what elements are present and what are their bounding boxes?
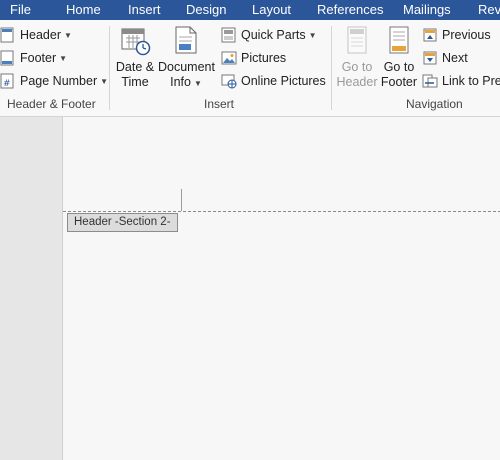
page-number-button[interactable]: # Page Number ▼ bbox=[0, 71, 108, 91]
document-info-icon bbox=[170, 24, 202, 56]
next-icon bbox=[422, 50, 438, 66]
online-pictures-button[interactable]: Online Pictures bbox=[221, 71, 326, 91]
online-pictures-label: Online Pictures bbox=[241, 74, 326, 88]
go-to-footer-label-2: Footer bbox=[380, 75, 418, 89]
page-number-icon: # bbox=[0, 73, 16, 89]
tab-home[interactable]: Home bbox=[66, 2, 101, 17]
document-info-button[interactable]: Document Info ▼ bbox=[158, 24, 215, 91]
document-info-row: Info ▼ bbox=[158, 75, 214, 91]
go-to-footer-label-1: Go to bbox=[383, 60, 415, 74]
quick-parts-button[interactable]: Quick Parts ▼ bbox=[221, 25, 317, 45]
group-divider bbox=[109, 26, 110, 110]
chevron-down-icon: ▼ bbox=[64, 30, 72, 40]
document-canvas: Header -Section 2- bbox=[0, 117, 500, 460]
svg-text:#: # bbox=[3, 79, 11, 89]
previous-label: Previous bbox=[442, 28, 491, 42]
tab-design[interactable]: Design bbox=[186, 2, 226, 17]
group-label-navigation: Navigation bbox=[406, 97, 463, 111]
go-to-header-button[interactable]: Go to Header bbox=[334, 24, 380, 90]
header-boundary-line bbox=[63, 211, 500, 212]
link-to-previous-icon bbox=[422, 73, 438, 89]
calendar-clock-icon bbox=[119, 24, 151, 56]
tab-mailings[interactable]: Mailings bbox=[403, 2, 451, 17]
header-button[interactable]: Header ▼ bbox=[0, 25, 72, 45]
quick-parts-icon bbox=[221, 27, 237, 43]
pictures-icon bbox=[221, 50, 237, 66]
header-section-tag: Header -Section 2- bbox=[67, 213, 178, 232]
tab-references[interactable]: References bbox=[317, 2, 383, 17]
ribbon: Header ▼ Footer ▼ # Page Number ▼ Header… bbox=[0, 20, 500, 117]
quick-parts-label: Quick Parts bbox=[241, 28, 306, 42]
next-button[interactable]: Next bbox=[422, 48, 468, 68]
pictures-button[interactable]: Pictures bbox=[221, 48, 286, 68]
chevron-down-icon: ▼ bbox=[100, 76, 109, 86]
footer-label: Footer bbox=[20, 51, 57, 65]
previous-icon bbox=[422, 27, 438, 43]
tab-file[interactable]: File bbox=[10, 2, 31, 17]
footer-icon bbox=[0, 50, 16, 66]
next-label: Next bbox=[442, 51, 468, 65]
tab-layout[interactable]: Layout bbox=[252, 2, 291, 17]
pictures-label: Pictures bbox=[241, 51, 287, 65]
header-label: Header bbox=[20, 28, 61, 42]
previous-button[interactable]: Previous bbox=[422, 25, 491, 45]
go-to-header-icon bbox=[341, 24, 373, 56]
document-page[interactable]: Header -Section 2- bbox=[62, 117, 500, 460]
margin-corner-mark bbox=[181, 189, 182, 211]
go-to-footer-icon bbox=[383, 24, 415, 56]
link-to-previous-label: Link to Prev bbox=[442, 74, 500, 88]
ribbon-tab-bar: File Home Insert Design Layout Reference… bbox=[0, 0, 500, 20]
page-number-label: Page Number bbox=[20, 74, 98, 88]
online-pictures-icon bbox=[221, 73, 237, 89]
tab-insert[interactable]: Insert bbox=[128, 2, 161, 17]
group-label-header-footer: Header & Footer bbox=[7, 97, 96, 111]
chevron-down-icon: ▼ bbox=[193, 79, 202, 88]
link-to-previous-button[interactable]: Link to Prev bbox=[422, 71, 500, 91]
footer-button[interactable]: Footer ▼ bbox=[0, 48, 67, 68]
date-time-label-2: Time bbox=[121, 75, 149, 89]
go-to-footer-button[interactable]: Go to Footer bbox=[376, 24, 422, 90]
group-divider bbox=[331, 26, 332, 110]
chevron-down-icon: ▼ bbox=[308, 30, 317, 40]
chevron-down-icon: ▼ bbox=[59, 53, 68, 63]
header-icon bbox=[0, 27, 16, 43]
document-info-label-1: Document bbox=[158, 60, 215, 74]
group-label-insert: Insert bbox=[204, 97, 235, 111]
document-info-label-2: Info bbox=[170, 75, 191, 89]
date-time-label-1: Date & bbox=[115, 60, 155, 74]
go-to-header-label-1: Go to bbox=[341, 60, 373, 74]
tab-review[interactable]: Revi bbox=[478, 2, 500, 17]
go-to-header-label-2: Header bbox=[336, 75, 378, 89]
date-time-button[interactable]: Date & Time bbox=[112, 24, 158, 90]
